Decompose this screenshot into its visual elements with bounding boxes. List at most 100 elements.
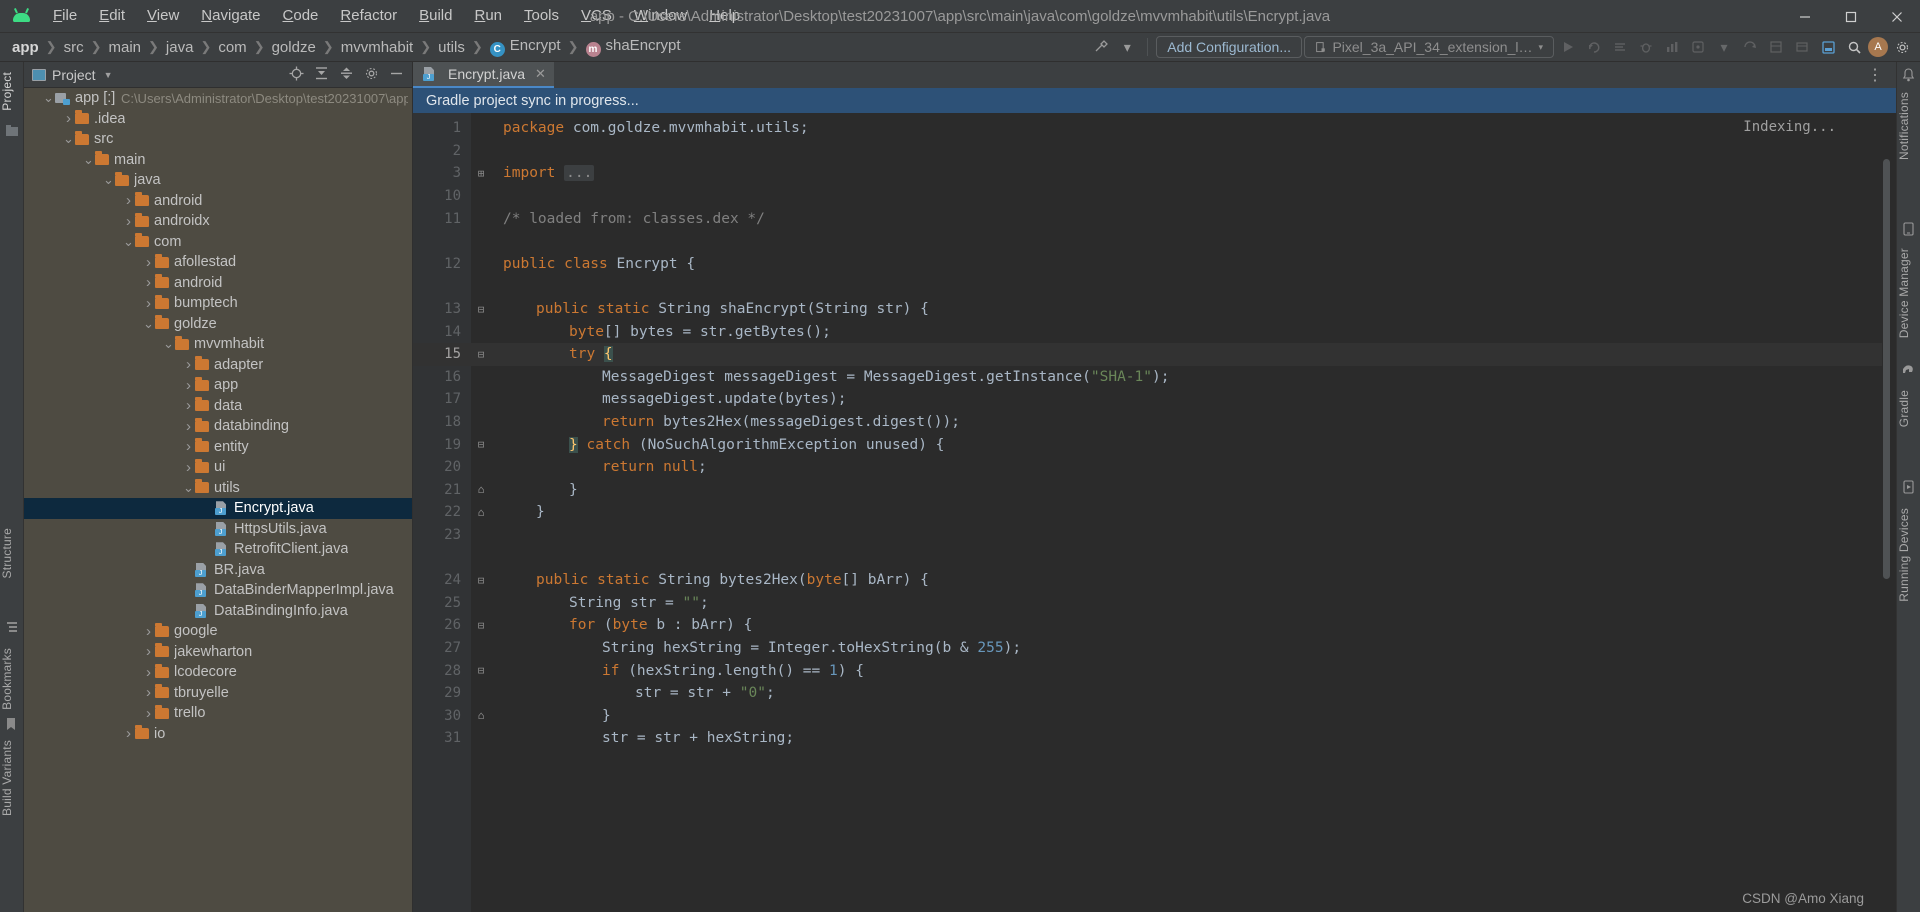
device-selector[interactable]: Pixel_3a_API_34_extension_level_7 ▾ xyxy=(1304,36,1554,58)
menu-item-navigate[interactable]: Navigate xyxy=(190,3,271,29)
code-line[interactable]: 2 xyxy=(413,140,1896,163)
close-button[interactable] xyxy=(1874,0,1920,33)
tree-item-java[interactable]: ⌄ java xyxy=(24,170,412,191)
tree-item-tbruyelle[interactable]: › tbruyelle xyxy=(24,683,412,704)
tree-item-data[interactable]: › data xyxy=(24,396,412,417)
tree-item-entity[interactable]: › entity xyxy=(24,437,412,458)
chevron-right-icon[interactable]: › xyxy=(142,684,155,701)
tree-item-utils[interactable]: ⌄ utils xyxy=(24,478,412,499)
tree-item-afollestad[interactable]: › afollestad xyxy=(24,252,412,273)
code-line[interactable]: 31 str = str + hexString; xyxy=(413,727,1896,750)
menu-item-help[interactable]: Help xyxy=(698,3,751,29)
menu-item-run[interactable]: Run xyxy=(463,3,513,29)
tree-item-app[interactable]: ⌄ app [:] C:\Users\Administrator\Desktop\t… xyxy=(24,88,412,109)
menu-item-build[interactable]: Build xyxy=(408,3,463,29)
sync-gradle-icon[interactable] xyxy=(1738,35,1762,59)
code-line[interactable]: 13 ⊟ public static String shaEncrypt(Strin… xyxy=(413,298,1896,321)
code-line[interactable]: 17 messageDigest.update(bytes); xyxy=(413,388,1896,411)
tree-item-trello[interactable]: › trello xyxy=(24,703,412,724)
chevron-down-icon[interactable]: ▼ xyxy=(104,70,113,80)
menu-item-tools[interactable]: Tools xyxy=(513,3,570,29)
tree-item-ui[interactable]: › ui xyxy=(24,457,412,478)
bookmark-icon[interactable] xyxy=(5,717,19,731)
chevron-down-icon[interactable]: ⌄ xyxy=(142,317,155,330)
collapse-fold-icon[interactable]: ⌂ xyxy=(475,483,487,496)
editor-options-icon[interactable]: ⋮ xyxy=(1867,62,1896,85)
collapse-fold-icon[interactable]: ⊟ xyxy=(475,574,487,587)
sidebar-item-running-devices[interactable]: Running Devices xyxy=(1897,502,1920,608)
settings-gear-icon[interactable] xyxy=(1890,35,1914,59)
breadcrumb-item-com[interactable]: com xyxy=(216,39,248,56)
tree-item-google[interactable]: › google xyxy=(24,621,412,642)
chevron-right-icon[interactable]: › xyxy=(122,725,135,742)
chevron-right-icon[interactable]: › xyxy=(182,377,195,394)
editor-tab-encrypt-java[interactable]: J Encrypt.java ✕ xyxy=(413,62,554,88)
chevron-right-icon[interactable]: › xyxy=(62,110,75,127)
tree-item-io[interactable]: › io xyxy=(24,724,412,745)
code-line[interactable]: 19 ⊟} catch (NoSuchAlgorithmException unu… xyxy=(413,433,1896,456)
breadcrumb-item-main[interactable]: main xyxy=(106,39,143,56)
tree-item-androidx[interactable]: › androidx xyxy=(24,211,412,232)
tree-item-encrypt-java[interactable]: J Encrypt.java xyxy=(24,498,412,519)
code-line[interactable]: 22 ⌂} xyxy=(413,501,1896,524)
code-line[interactable]: 10 xyxy=(413,185,1896,208)
chevron-right-icon[interactable]: › xyxy=(182,438,195,455)
project-tree[interactable]: ⌄ app [:] C:\Users\Administrator\Desktop\t… xyxy=(24,88,412,912)
code-line[interactable]: 16 MessageDigest messageDigest = MessageD… xyxy=(413,366,1896,389)
chevron-right-icon[interactable]: › xyxy=(182,356,195,373)
sidebar-item-project[interactable]: Project xyxy=(0,66,24,117)
build-dropdown-icon[interactable]: ▾ xyxy=(1115,35,1139,59)
code-line[interactable]: 24 ⊟ public static String bytes2Hex(byte[]… xyxy=(413,569,1896,592)
code-editor[interactable]: Indexing... 1 package com.goldze.mvvmhabi… xyxy=(413,113,1896,912)
code-line[interactable]: 14 byte[] bytes = str.getBytes(); xyxy=(413,320,1896,343)
code-line[interactable] xyxy=(413,275,1896,298)
menu-item-refactor[interactable]: Refactor xyxy=(329,3,408,29)
code-line[interactable]: 18 return bytes2Hex(messageDigest.digest(… xyxy=(413,411,1896,434)
code-line[interactable]: 28 ⊟ if (hexString.length() == 1) { xyxy=(413,659,1896,682)
breadcrumb-item-mvvmhabit[interactable]: mvvmhabit xyxy=(339,39,416,56)
device-manager-icon[interactable] xyxy=(1902,222,1916,236)
add-configuration-button[interactable]: Add Configuration... xyxy=(1156,36,1302,58)
collapse-fold-icon[interactable]: ⌂ xyxy=(475,506,487,519)
chevron-right-icon[interactable]: › xyxy=(142,295,155,312)
code-line[interactable]: 1 package com.goldze.mvvmhabit.utils; xyxy=(413,117,1896,140)
chevron-right-icon[interactable]: › xyxy=(142,274,155,291)
code-line[interactable]: 27 String hexString = Integer.toHexString… xyxy=(413,637,1896,660)
tree-item-databindinginfo-java[interactable]: J DataBindingInfo.java xyxy=(24,601,412,622)
tree-item-idea[interactable]: › .idea xyxy=(24,109,412,130)
code-line[interactable]: 30 ⌂} xyxy=(413,704,1896,727)
tree-item-lcodecore[interactable]: › lcodecore xyxy=(24,662,412,683)
close-icon[interactable]: ✕ xyxy=(535,66,546,82)
tree-item-src[interactable]: ⌄ src xyxy=(24,129,412,150)
collapse-all-icon[interactable] xyxy=(339,66,354,83)
sdk-manager-icon[interactable]: ▾ xyxy=(1712,35,1736,59)
code-line[interactable]: 25 String str = ""; xyxy=(413,591,1896,614)
code-line[interactable]: 20 return null; xyxy=(413,456,1896,479)
chevron-right-icon[interactable]: › xyxy=(182,459,195,476)
code-line[interactable]: 12 public class Encrypt { xyxy=(413,253,1896,276)
chevron-right-icon[interactable]: › xyxy=(142,623,155,640)
breadcrumb-item-java[interactable]: java xyxy=(164,39,196,56)
sidebar-item-notifications[interactable]: Notifications xyxy=(1897,86,1920,166)
menu-item-window[interactable]: Window xyxy=(623,3,698,29)
collapse-fold-icon[interactable]: ⊟ xyxy=(475,348,487,361)
debug-icon[interactable] xyxy=(1634,35,1658,59)
code-line[interactable]: 29 str = str + "0"; xyxy=(413,682,1896,705)
menu-item-vcs[interactable]: VCS xyxy=(570,3,623,29)
breadcrumb-item-utils[interactable]: utils xyxy=(436,39,467,56)
breadcrumb-item-encrypt[interactable]: C Encrypt xyxy=(488,37,563,57)
chevron-right-icon[interactable]: › xyxy=(142,643,155,660)
running-devices-icon[interactable] xyxy=(1902,480,1916,494)
collapse-fold-icon[interactable]: ⊟ xyxy=(475,303,487,316)
chevron-right-icon[interactable]: › xyxy=(182,397,195,414)
chevron-right-icon[interactable]: › xyxy=(122,192,135,209)
menu-item-edit[interactable]: Edit xyxy=(88,3,136,29)
avatar[interactable]: A xyxy=(1868,37,1888,57)
tree-item-android[interactable]: › android xyxy=(24,191,412,212)
run-icon[interactable] xyxy=(1556,35,1580,59)
hide-panel-icon[interactable] xyxy=(389,66,404,83)
tree-item-main[interactable]: ⌄ main xyxy=(24,150,412,171)
chevron-right-icon[interactable]: › xyxy=(142,664,155,681)
menu-item-code[interactable]: Code xyxy=(272,3,330,29)
code-line[interactable] xyxy=(413,230,1896,253)
